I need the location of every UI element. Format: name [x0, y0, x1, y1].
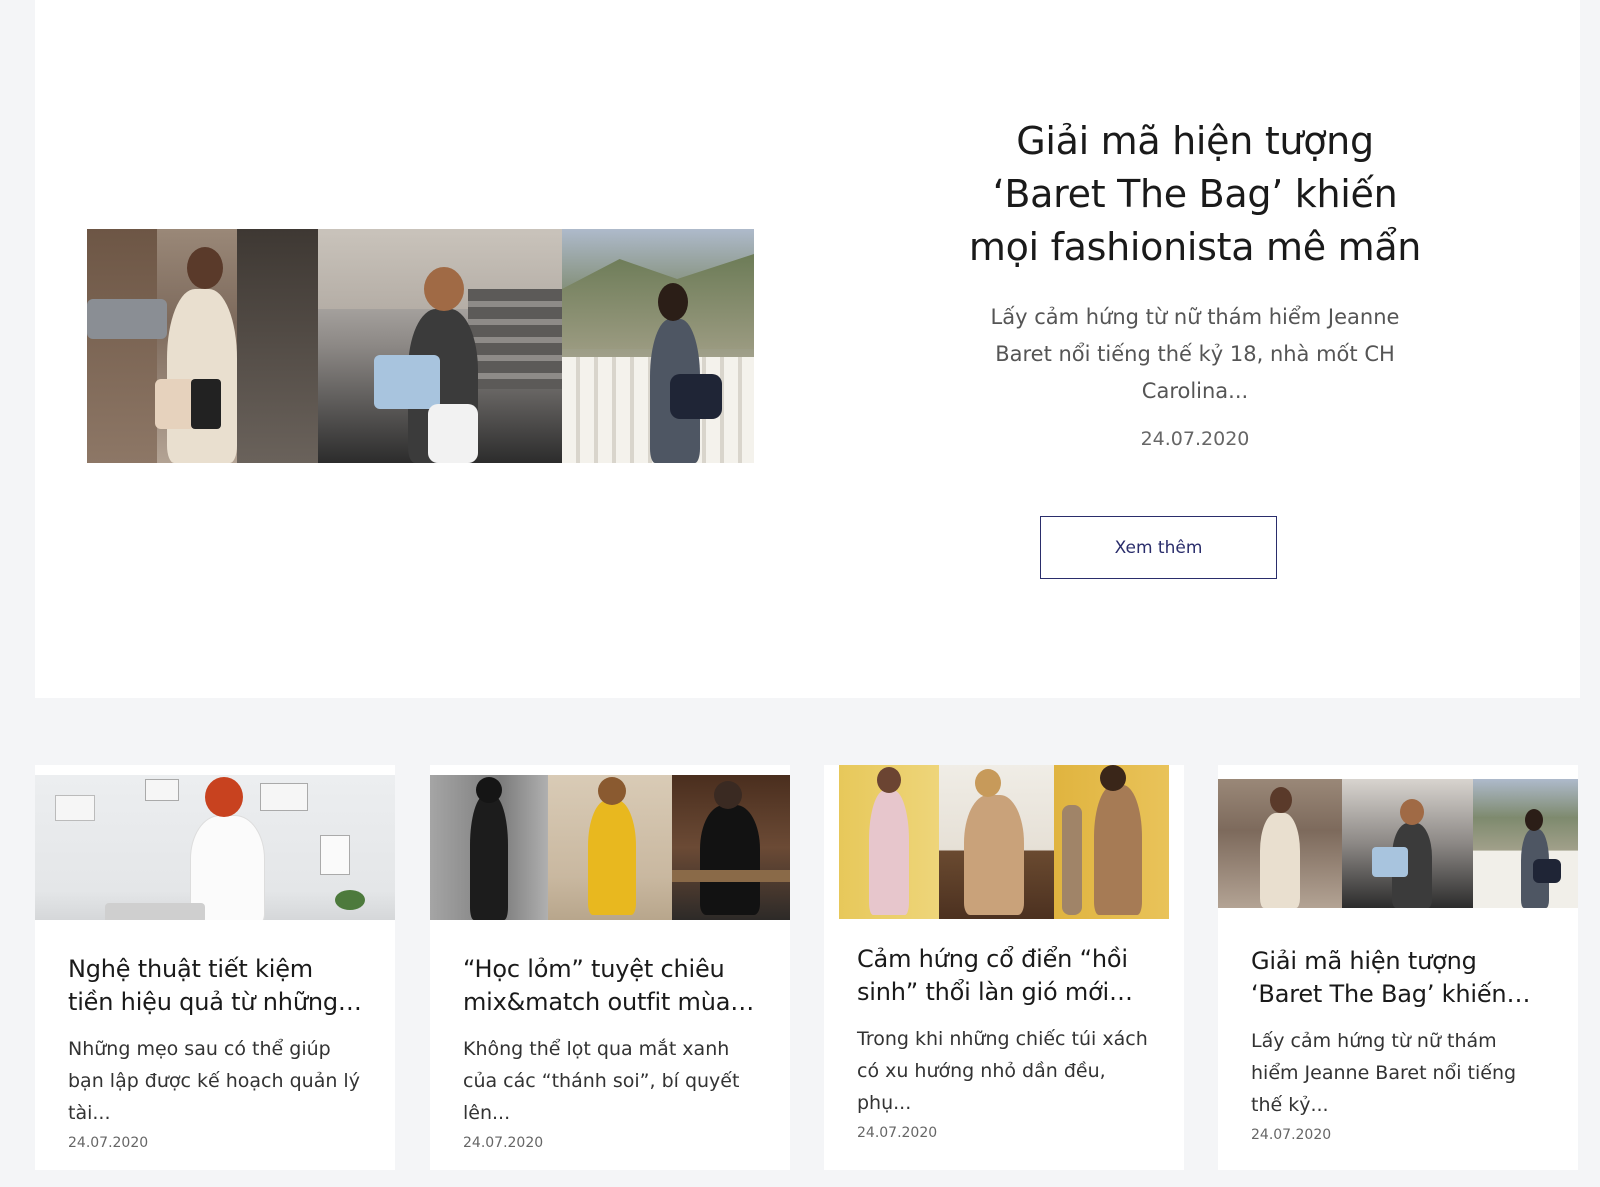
article-card-title[interactable]: “Học lỏm” tuyệt chiêu mix&match outfit m…	[463, 953, 757, 1019]
photo-panel-terrace	[1473, 779, 1578, 908]
article-card[interactable]: Giải mã hiện tượng ‘Baret The Bag’ khiến…	[1218, 765, 1578, 1170]
featured-article: Giải mã hiện tượng ‘Baret The Bag’ khiến…	[35, 0, 1580, 698]
featured-article-text: Giải mã hiện tượng ‘Baret The Bag’ khiến…	[960, 115, 1430, 450]
featured-article-date: 24.07.2020	[1140, 428, 1250, 450]
photo-panel-camel	[1054, 765, 1169, 919]
article-card-excerpt: Lấy cảm hứng từ nữ thám hiểm Jeanne Bare…	[1251, 1030, 1517, 1116]
photo-panel-terrace	[562, 229, 754, 463]
article-card-date: 24.07.2020	[857, 1125, 938, 1141]
photo-panel-sofa	[939, 765, 1054, 919]
featured-article-title[interactable]: Giải mã hiện tượng ‘Baret The Bag’ khiến…	[960, 115, 1430, 274]
article-card-date: 24.07.2020	[1251, 1127, 1332, 1143]
article-card[interactable]: Nghệ thuật tiết kiệm tiền hiệu quả từ nh…	[35, 765, 395, 1170]
photo-panel-stairs	[318, 229, 562, 463]
article-card-date: 24.07.2020	[463, 1135, 544, 1151]
photo-panel-dark	[672, 775, 790, 920]
photo-panel-street	[87, 229, 318, 463]
photo-panel-pink	[839, 765, 939, 919]
article-card-title[interactable]: Cảm hứng cổ điển “hồi sinh” thổi làn gió…	[857, 943, 1151, 1009]
featured-article-excerpt: Lấy cảm hứng từ nữ thám hiểm Jeanne Bare…	[990, 305, 1400, 403]
article-card-title[interactable]: Nghệ thuật tiết kiệm tiền hiệu quả từ nh…	[68, 953, 362, 1019]
photo-panel-street	[1218, 779, 1342, 908]
article-card[interactable]: “Học lỏm” tuyệt chiêu mix&match outfit m…	[430, 765, 790, 1170]
article-card-date: 24.07.2020	[68, 1135, 149, 1151]
article-card-excerpt: Không thể lọt qua mắt xanh của các “thán…	[463, 1038, 740, 1124]
article-card-title[interactable]: Giải mã hiện tượng ‘Baret The Bag’ khiến…	[1251, 945, 1545, 1011]
featured-article-image[interactable]	[87, 229, 754, 463]
photo-panel-yellow	[548, 775, 672, 920]
photo-panel-stairs	[1342, 779, 1473, 908]
photo-panel-gray	[430, 775, 548, 920]
article-card-image[interactable]	[35, 775, 395, 920]
article-card-excerpt: Trong khi những chiếc túi xách có xu hướ…	[857, 1028, 1148, 1114]
article-card[interactable]: Cảm hứng cổ điển “hồi sinh” thổi làn gió…	[824, 765, 1184, 1170]
article-card-excerpt: Những mẹo sau có thể giúp bạn lập được k…	[68, 1038, 360, 1124]
article-card-image[interactable]	[1218, 779, 1578, 908]
read-more-button[interactable]: Xem thêm	[1040, 516, 1277, 579]
article-card-image[interactable]	[430, 775, 790, 920]
article-card-image[interactable]	[824, 765, 1184, 919]
